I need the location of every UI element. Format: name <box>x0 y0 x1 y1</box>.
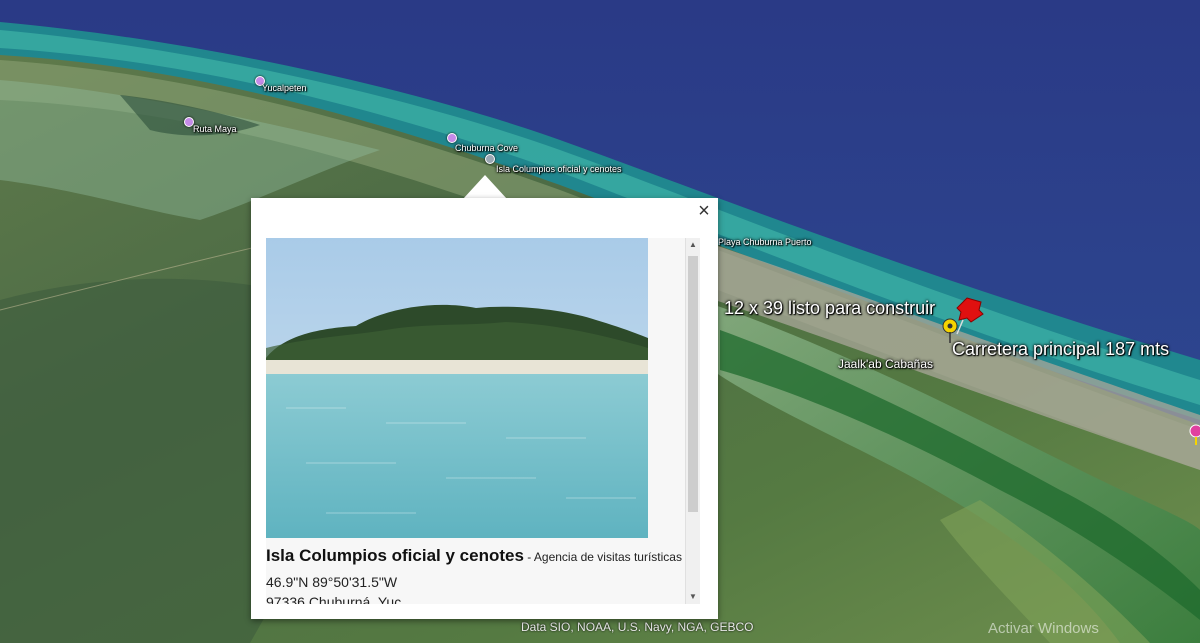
popup-content[interactable]: Isla Columpios oficial y cenotes - Agenc… <box>266 238 700 604</box>
place-category: - Agencia de visitas turísticas <box>523 550 682 564</box>
pink-placemark-icon[interactable] <box>1189 424 1200 446</box>
scroll-thumb[interactable] <box>688 256 698 512</box>
map-label-lot-size[interactable]: 12 x 39 listo para construir <box>724 298 935 319</box>
map-label-chuburna-cove[interactable]: Chuburna Cove <box>455 143 518 153</box>
map-label-carretera[interactable]: Carretera principal 187 mts <box>952 339 1169 360</box>
map-label-yucalpeten[interactable]: Yucalpeten <box>262 83 307 93</box>
popup-scrollbar[interactable]: ▲ ▼ <box>685 238 700 604</box>
scroll-up-icon[interactable]: ▲ <box>686 238 700 252</box>
scroll-down-icon[interactable]: ▼ <box>686 590 700 604</box>
windows-watermark: Activar Windows <box>988 620 1099 637</box>
red-pushpin-icon[interactable] <box>953 296 987 336</box>
close-icon[interactable]: × <box>694 200 714 222</box>
popup-pointer <box>463 175 507 199</box>
place-photo <box>266 238 648 538</box>
map-label-jaalkab[interactable]: Jaalk'ab Cabañas <box>838 357 933 371</box>
poi-marker-isla-columpios[interactable] <box>485 154 495 164</box>
map-label-playa-chuburna[interactable]: Playa Chuburna Puerto <box>718 237 812 247</box>
map-attribution: Data SIO, NOAA, U.S. Navy, NGA, GEBCO <box>521 620 754 634</box>
place-address: 97336 Chuburná, Yuc. <box>266 594 406 604</box>
map-label-ruta[interactable]: Ruta Maya <box>193 124 237 134</box>
map-view[interactable]: Yucalpeten Ruta Maya Chuburna Cove Isla … <box>0 0 1200 643</box>
place-coordinates: 46.9"N 89°50'31.5"W <box>266 574 398 590</box>
place-title: Isla Columpios oficial y cenotes - Agenc… <box>266 546 682 566</box>
poi-marker-chuburna-cove[interactable] <box>447 133 457 143</box>
place-name[interactable]: Isla Columpios oficial y cenotes <box>266 546 524 565</box>
map-label-isla-columpios[interactable]: Isla Columpios oficial y cenotes <box>496 164 622 174</box>
place-info-popup: × Isla Columpios oficial y cenotes - Age… <box>251 198 718 619</box>
